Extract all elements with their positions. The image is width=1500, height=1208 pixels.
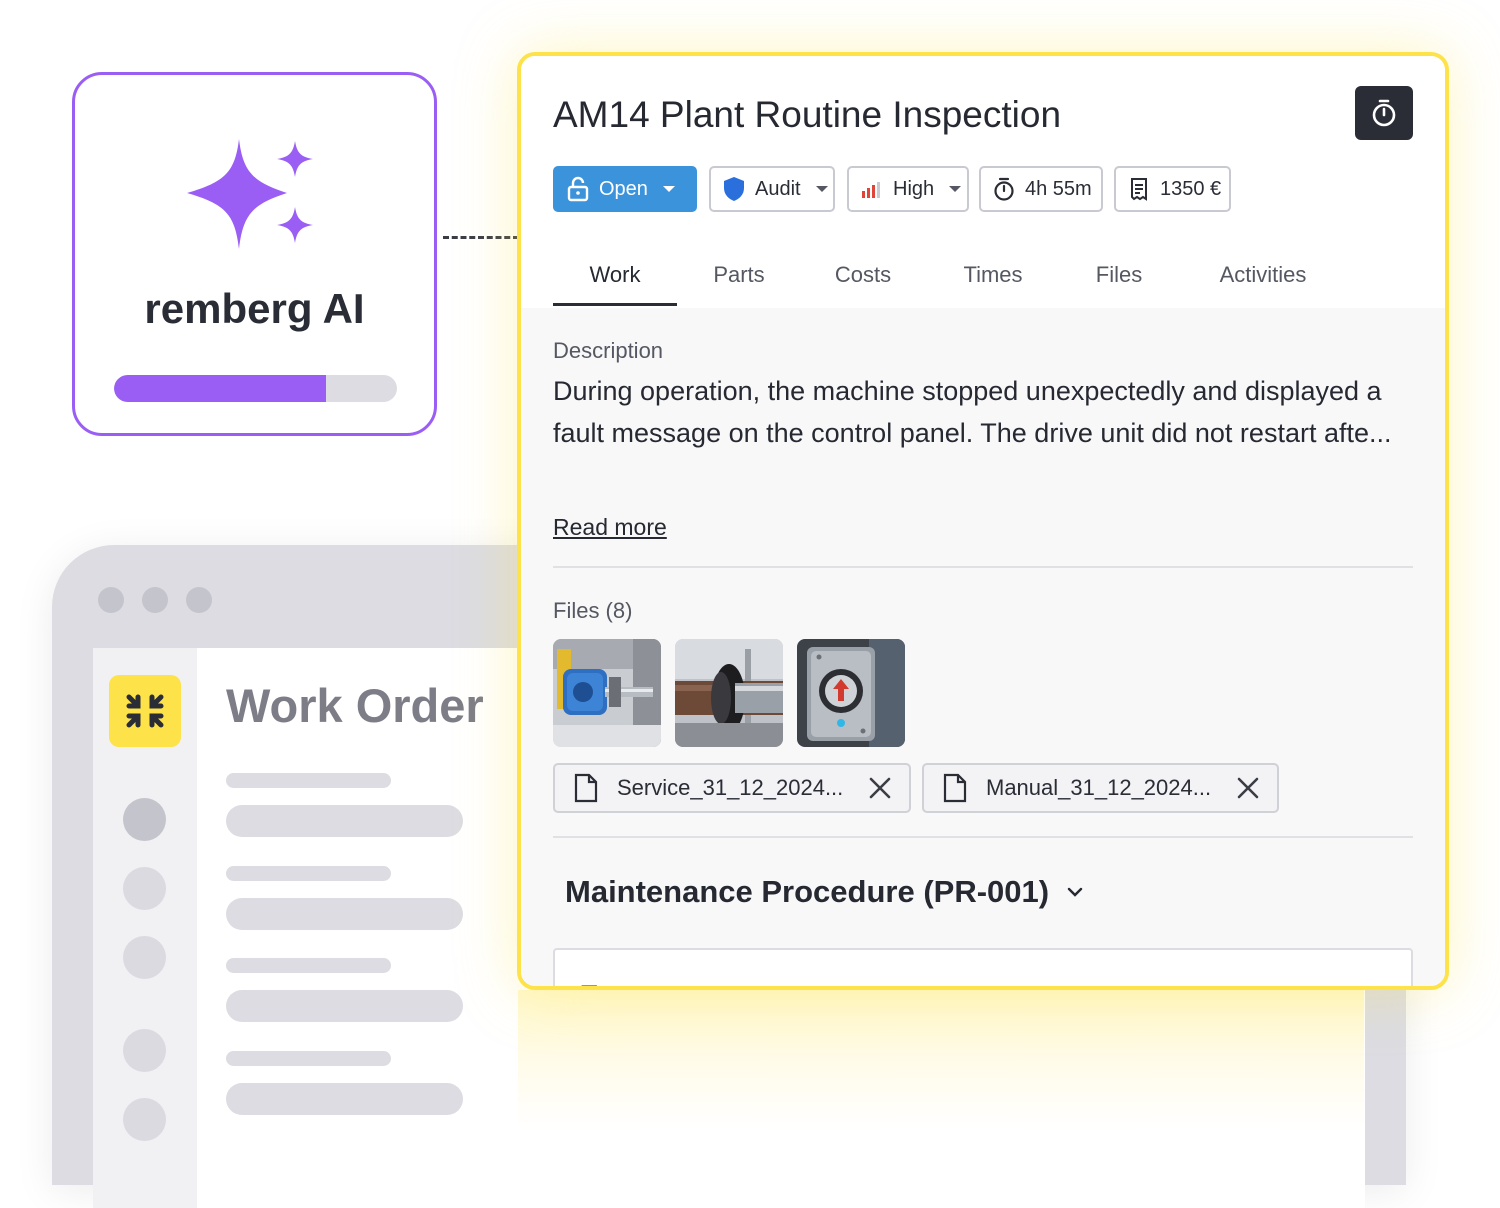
sidebar-nav-item[interactable] — [123, 798, 166, 841]
remove-attachment-icon[interactable] — [1237, 777, 1259, 799]
attachment-name: Service_31_12_2024... — [617, 775, 844, 800]
caret-down-icon — [948, 185, 962, 193]
work-order-tabs: Work Parts Costs Times Files Activities — [553, 246, 1413, 306]
sparkles-icon — [183, 137, 318, 257]
description-line: During operation, the machine stopped un… — [553, 376, 1382, 406]
description-label: Description — [553, 338, 664, 363]
type-label: Audit — [755, 177, 801, 200]
section-divider — [553, 566, 1413, 568]
tab-costs[interactable]: Costs — [801, 246, 925, 306]
panel-header: AM14 Plant Routine Inspection Open Audit… — [521, 56, 1445, 308]
status-dropdown[interactable]: Open — [553, 166, 697, 212]
read-more-link[interactable]: Read more — [553, 514, 667, 541]
background-sidebar — [93, 648, 197, 1208]
placeholder-line — [226, 958, 391, 973]
tab-files[interactable]: Files — [1057, 246, 1181, 306]
procedure-field-label: Temperature — [581, 980, 733, 986]
caret-down-icon — [815, 185, 829, 193]
file-icon — [573, 773, 599, 803]
placeholder-line — [226, 773, 391, 788]
placeholder-field — [226, 1083, 463, 1115]
attachment-chip[interactable]: Manual_31_12_2024... — [922, 763, 1279, 813]
description-text: During operation, the machine stopped un… — [553, 370, 1415, 454]
signal-bars-icon — [861, 180, 883, 198]
remove-attachment-icon[interactable] — [869, 777, 891, 799]
dashed-connector — [443, 236, 519, 239]
stopwatch-icon — [1372, 99, 1396, 127]
priority-dropdown[interactable]: High — [847, 166, 969, 212]
chevron-down-icon — [1067, 887, 1083, 897]
start-timer-button[interactable] — [1355, 86, 1413, 140]
remberg-logo-icon[interactable] — [109, 675, 181, 747]
section-divider — [553, 836, 1413, 838]
lock-open-icon — [567, 176, 589, 202]
cost-chip[interactable]: 1350 € — [1114, 166, 1231, 212]
tab-activities[interactable]: Activities — [1189, 246, 1337, 306]
sidebar-nav-item[interactable] — [123, 1029, 166, 1072]
placeholder-line — [226, 866, 391, 881]
description-line: fault message on the control panel. The … — [553, 418, 1392, 448]
stopwatch-icon — [993, 177, 1015, 201]
ai-card-title: remberg AI — [144, 285, 365, 332]
background-page-title: Work Order — [226, 679, 484, 732]
tab-parts[interactable]: Parts — [677, 246, 801, 306]
receipt-icon — [1128, 177, 1150, 201]
sidebar-nav-item[interactable] — [123, 936, 166, 979]
files-label: Files (8) — [553, 598, 633, 623]
status-label: Open — [599, 177, 648, 200]
work-order-panel: AM14 Plant Routine Inspection Open Audit… — [517, 52, 1449, 990]
file-icon — [942, 773, 968, 803]
placeholder-line — [226, 1051, 391, 1066]
file-thumbnail-switch[interactable] — [797, 639, 905, 747]
sidebar-nav-item[interactable] — [123, 867, 166, 910]
procedure-field-card: Temperature — [553, 948, 1413, 986]
sidebar-nav-item[interactable] — [123, 1098, 166, 1141]
priority-label: High — [893, 177, 935, 200]
window-dot — [142, 587, 168, 613]
remberg-ai-card: remberg AI — [72, 72, 437, 436]
ai-progress-bar — [114, 375, 397, 402]
procedure-toggle[interactable]: Maintenance Procedure (PR-001) — [565, 874, 1083, 910]
work-order-title: AM14 Plant Routine Inspection — [553, 94, 1062, 135]
caret-down-icon — [662, 185, 676, 193]
file-thumbnail-flange[interactable] — [675, 639, 783, 747]
duration-label: 4h 55m — [1025, 177, 1092, 200]
placeholder-field — [226, 805, 463, 837]
cost-label: 1350 € — [1160, 177, 1222, 200]
ai-progress-fill — [114, 375, 327, 402]
panel-glow — [518, 990, 1364, 1130]
tab-times[interactable]: Times — [931, 246, 1055, 306]
file-thumbnail-motor[interactable] — [553, 639, 661, 747]
placeholder-field — [226, 990, 463, 1022]
window-dot — [98, 587, 124, 613]
window-dot — [186, 587, 212, 613]
tab-work[interactable]: Work — [553, 246, 677, 306]
procedure-title: Maintenance Procedure (PR-001) — [565, 874, 1050, 909]
panel-body: Description During operation, the machin… — [521, 308, 1445, 986]
attachment-chip[interactable]: Service_31_12_2024... — [553, 763, 911, 813]
shield-icon — [723, 176, 745, 202]
type-dropdown[interactable]: Audit — [709, 166, 835, 212]
placeholder-field — [226, 898, 463, 930]
duration-chip[interactable]: 4h 55m — [979, 166, 1103, 212]
attachment-name: Manual_31_12_2024... — [986, 775, 1212, 800]
